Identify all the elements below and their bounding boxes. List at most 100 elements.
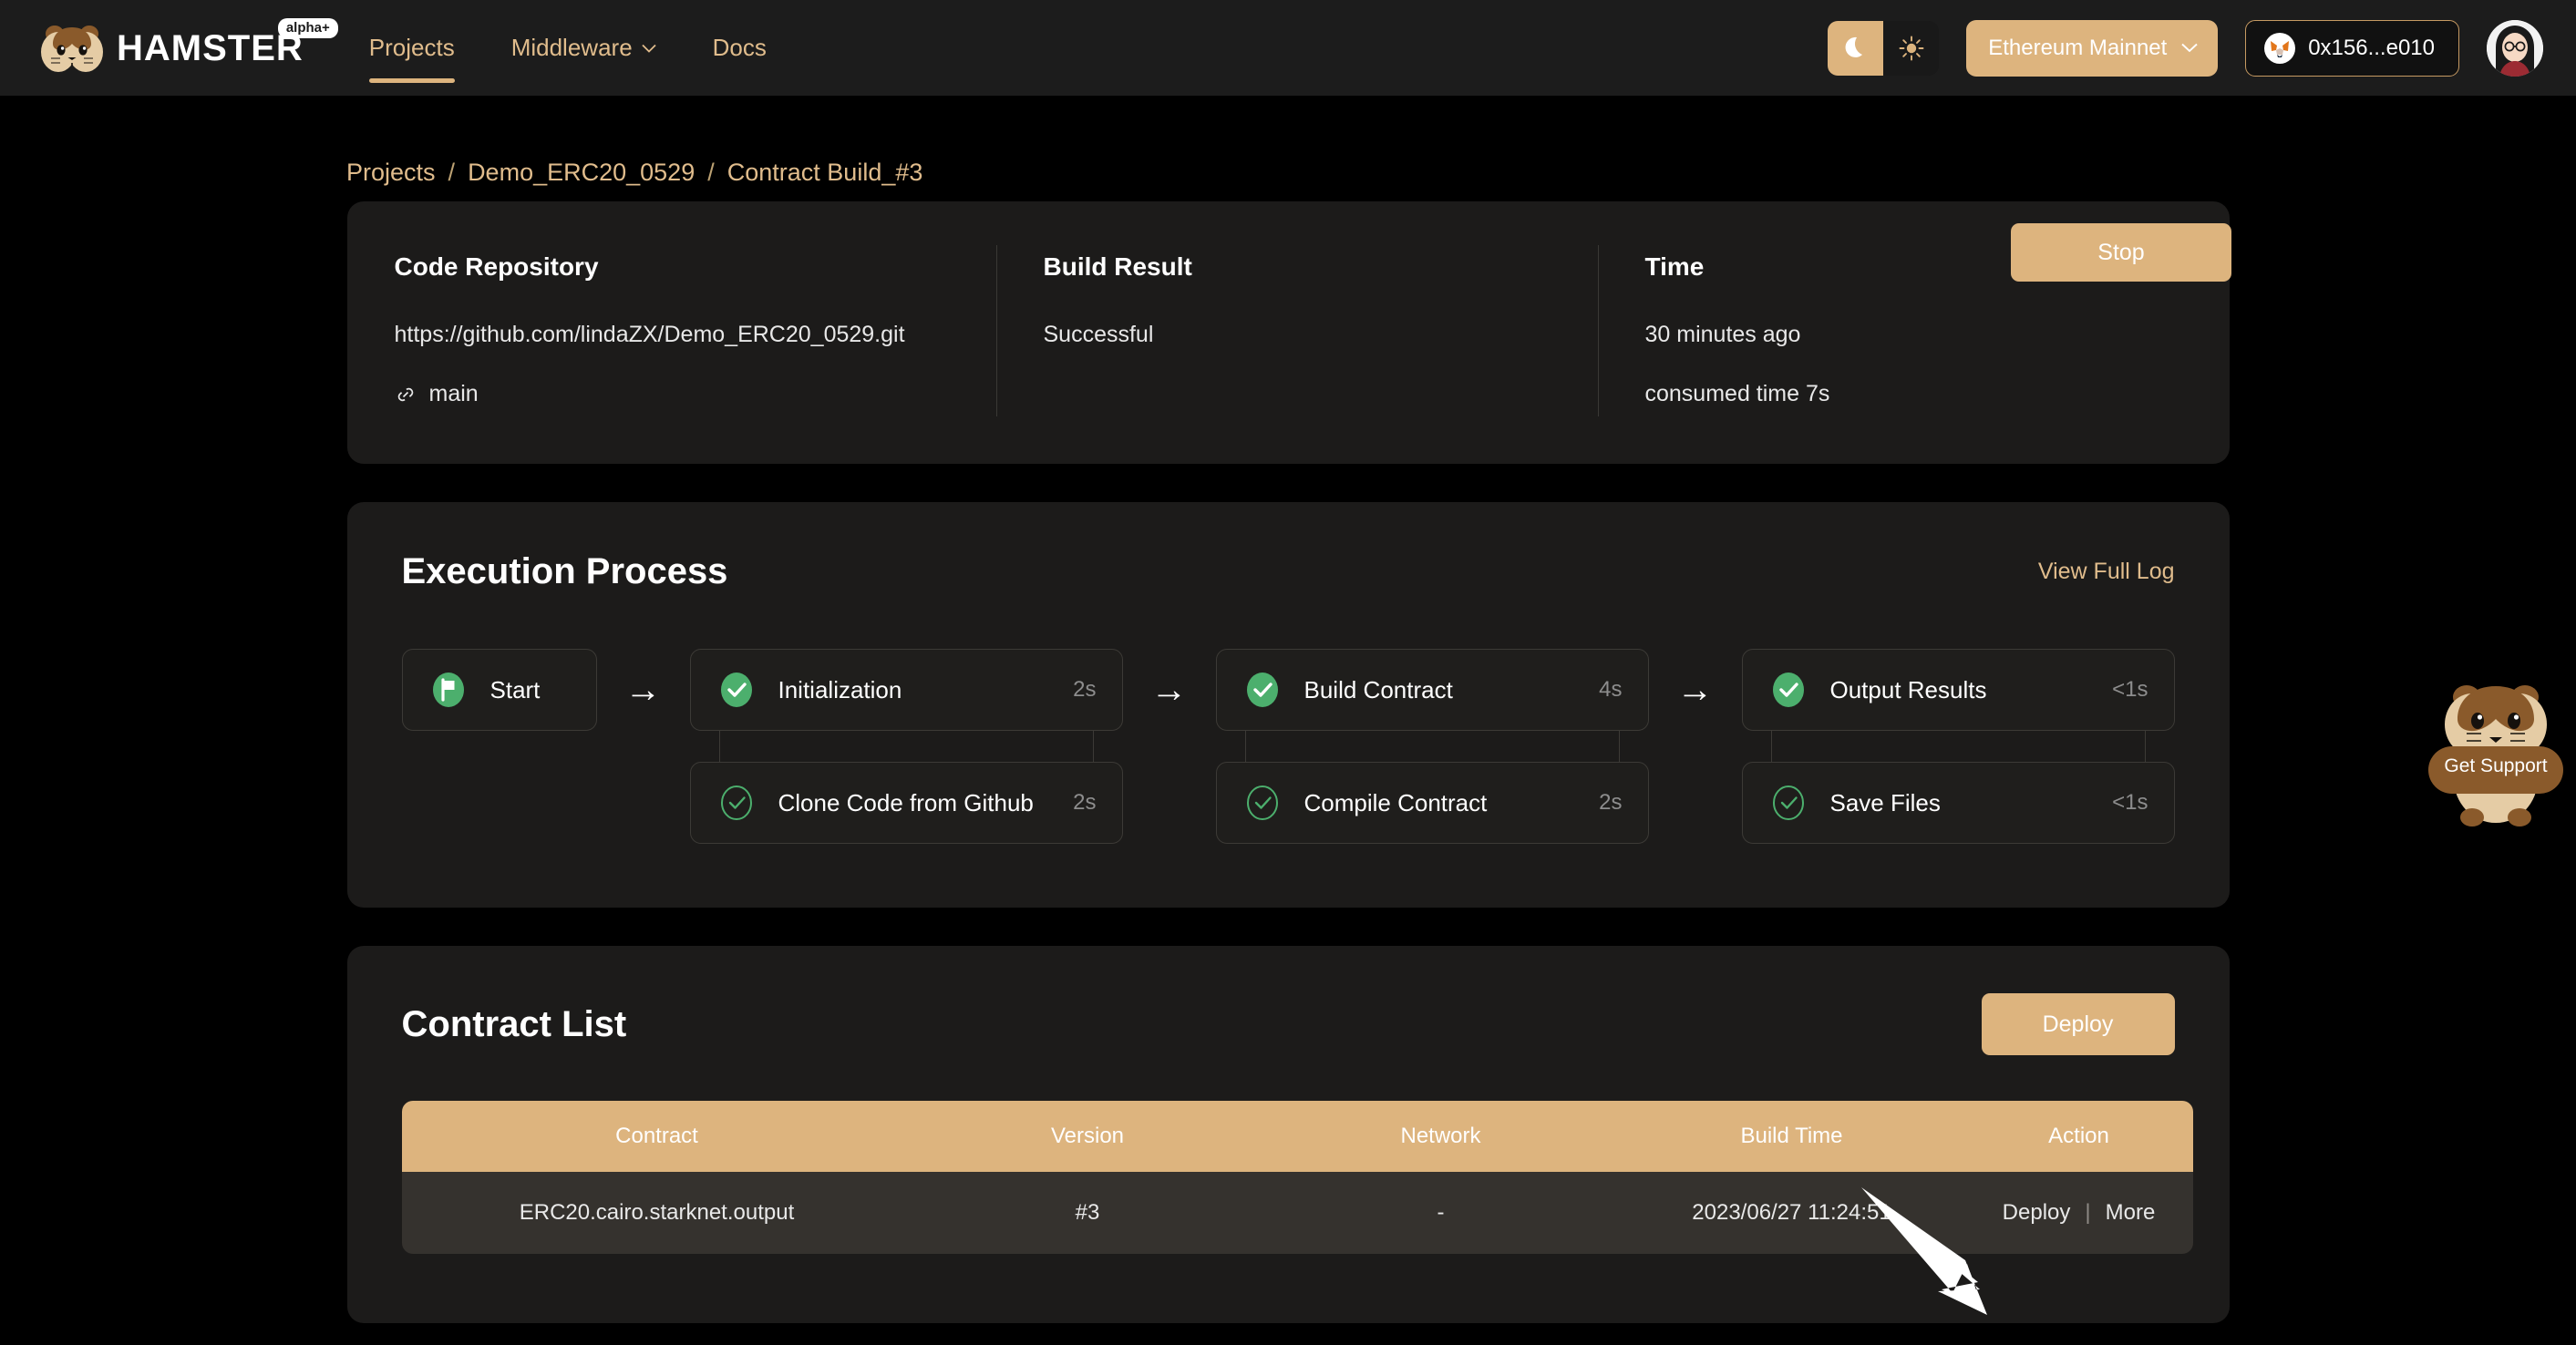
build-summary-card: Code Repository https://github.com/linda… <box>346 201 2230 464</box>
metamask-fox-icon <box>2264 32 2296 64</box>
cell-version: #3 <box>1075 1200 1100 1225</box>
flow-node-label: Build Contract <box>1303 675 1453 703</box>
flow-node-output-results[interactable]: Output Results <1s <box>1741 649 2175 731</box>
nav-item-middleware[interactable]: Middleware <box>511 0 656 96</box>
user-avatar-icon <box>2487 19 2543 77</box>
row-deploy-link[interactable]: Deploy <box>2003 1200 2071 1226</box>
branch-name: main <box>428 381 479 406</box>
nav-item-docs[interactable]: Docs <box>713 0 767 96</box>
summary-title: Time <box>1644 252 1705 281</box>
section-title: Contract List <box>401 1003 627 1044</box>
breadcrumb-item-project[interactable]: Demo_ERC20_0529 <box>468 159 695 187</box>
column-header-network: Network <box>1400 1124 1481 1148</box>
flow-node-duration: 2s <box>1073 790 1097 815</box>
flow-connector <box>1092 731 1094 762</box>
contract-list-card: Contract List Deploy Contract Version Ne… <box>346 946 2230 1323</box>
hamster-mascot-icon <box>2428 685 2563 827</box>
flow-substep-wrap: Clone Code from Github 2s <box>689 731 1123 844</box>
get-support-widget[interactable]: Get Support <box>2416 672 2576 832</box>
flag-filled-icon <box>432 672 464 707</box>
theme-light-option[interactable] <box>1883 20 1940 76</box>
main-nav: Projects Middleware Docs <box>368 0 767 96</box>
check-circle-filled-icon <box>1246 672 1278 707</box>
flow-stage-2: Build Contract 4s Compile Contract 2s <box>1215 649 1649 844</box>
table-header-row: Contract Version Network Build Time Acti… <box>401 1101 2193 1172</box>
flow-node-label: Compile Contract <box>1303 788 1488 816</box>
check-circle-outline-icon <box>1246 785 1278 820</box>
flow-stage-3: Output Results <1s Save Files <1s <box>1741 649 2175 844</box>
flow-node-label: Output Results <box>1829 675 1987 703</box>
cell-contract-name: ERC20.cairo.starknet.output <box>519 1200 795 1225</box>
build-result-value: Successful <box>1043 322 1154 347</box>
sun-icon <box>1899 36 1924 60</box>
nav-item-label: Docs <box>712 34 767 61</box>
breadcrumb-separator: / <box>448 158 456 186</box>
flow-arrow: → <box>1676 669 1714 710</box>
flow-substep-wrap: Save Files <1s <box>1741 731 2175 844</box>
flow-substep-wrap: Compile Contract 2s <box>1215 731 1649 844</box>
flow-node-duration: 4s <box>1599 677 1623 702</box>
branch-link-icon <box>397 387 413 401</box>
flow-node-label: Save Files <box>1829 788 1941 816</box>
nav-item-projects[interactable]: Projects <box>368 0 455 96</box>
deploy-button[interactable]: Deploy <box>1981 993 2175 1055</box>
flow-node-duration: <1s <box>2112 677 2148 702</box>
flow-arrow: → <box>624 669 662 710</box>
header-actions: Ethereum Mainnet 0x156...e010 <box>1828 19 2543 77</box>
time-consumed: consumed time 7s <box>1644 381 1830 406</box>
repository-branch: main <box>395 381 949 407</box>
theme-dark-option[interactable] <box>1828 20 1884 76</box>
check-circle-outline-icon <box>1772 785 1804 820</box>
cell-actions: Deploy | More <box>1965 1200 2193 1226</box>
execution-process-card: Execution Process View Full Log Start → <box>346 502 2230 908</box>
column-header-contract: Contract <box>615 1124 698 1148</box>
column-header-action: Action <box>2048 1124 2109 1148</box>
flow-connector <box>1244 731 1246 762</box>
column-header-version: Version <box>1050 1124 1125 1148</box>
avatar[interactable] <box>2487 19 2543 77</box>
flow-node-duration: <1s <box>2112 790 2148 815</box>
app-header: HAMSTER alpha+ Projects Middleware Docs <box>0 0 2576 96</box>
app-logo[interactable]: HAMSTER alpha+ <box>40 17 338 75</box>
summary-column-repository: Code Repository https://github.com/linda… <box>347 252 996 407</box>
cell-build-time: 2023/06/27 11:24:51 <box>1692 1200 1891 1225</box>
breadcrumb-separator: / <box>707 158 715 186</box>
network-selector[interactable]: Ethereum Mainnet <box>1966 19 2219 77</box>
action-divider: | <box>2085 1200 2091 1225</box>
wallet-address-chip[interactable]: 0x156...e010 <box>2245 19 2459 77</box>
breadcrumb-item-current: Contract Build_#3 <box>726 158 923 186</box>
row-more-link[interactable]: More <box>2106 1200 2156 1226</box>
flow-node-save-files[interactable]: Save Files <1s <box>1741 762 2175 844</box>
flow-connector <box>2144 731 2146 762</box>
check-circle-filled-icon <box>1772 672 1804 707</box>
flow-node-compile-contract[interactable]: Compile Contract 2s <box>1215 762 1649 844</box>
flow-arrow: → <box>1150 669 1188 710</box>
flow-node-label: Clone Code from Github <box>778 788 1034 816</box>
flow-connector <box>1618 731 1620 762</box>
flow-node-start[interactable]: Start <box>401 649 597 731</box>
column-header-build-time: Build Time <box>1740 1124 1843 1148</box>
time-relative: 30 minutes ago <box>1644 322 1801 347</box>
summary-column-build-result: Build Result Successful <box>995 245 1598 416</box>
hamster-logo-icon <box>41 25 103 72</box>
nav-item-label: Middleware <box>510 34 633 61</box>
cell-network: - <box>1437 1200 1445 1225</box>
flow-connector <box>718 731 720 762</box>
page-body: Projects / Demo_ERC20_0529 / Contract Bu… <box>0 96 2576 1323</box>
theme-toggle[interactable] <box>1828 20 1940 76</box>
breadcrumb-bar: Projects / Demo_ERC20_0529 / Contract Bu… <box>0 96 2576 201</box>
summary-title: Code Repository <box>394 252 599 281</box>
flow-node-initialization[interactable]: Initialization 2s <box>689 649 1123 731</box>
flow-node-build-contract[interactable]: Build Contract 4s <box>1215 649 1649 731</box>
breadcrumb-item-projects[interactable]: Projects <box>346 159 436 187</box>
moon-icon <box>1845 36 1862 57</box>
flow-node-label: Start <box>489 675 541 703</box>
contract-list-header: Contract List Deploy <box>402 993 2175 1055</box>
logo-wordmark: HAMSTER <box>117 27 304 68</box>
page-title: Execution Process <box>401 551 728 591</box>
wallet-address-label: 0x156...e010 <box>2308 35 2435 60</box>
flow-node-label: Initialization <box>778 675 902 703</box>
check-circle-filled-icon <box>720 672 752 707</box>
view-full-log-link[interactable]: View Full Log <box>2038 559 2175 585</box>
flow-node-clone-code[interactable]: Clone Code from Github 2s <box>689 762 1123 844</box>
